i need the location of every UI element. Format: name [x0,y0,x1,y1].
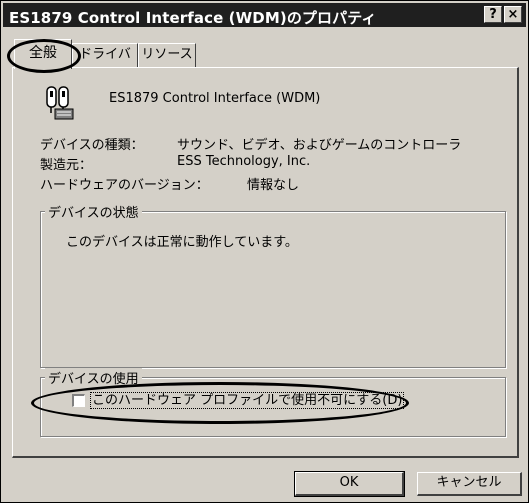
device-status-text: このデバイスは正常に動作しています。 [66,235,298,250]
title-bar[interactable]: ES1879 Control Interface (WDM)のプロパティ ? × [3,3,526,27]
properties-dialog: ES1879 Control Interface (WDM)のプロパティ ? ×… [0,0,529,503]
close-button[interactable]: × [504,6,522,23]
manufacturer-label: 製造元： [40,158,93,173]
device-type-label: デバイスの種類： [40,138,144,153]
annotation-ellipse-general-tab [7,39,81,73]
window-title: ES1879 Control Interface (WDM)のプロパティ [9,9,377,27]
tab-driver[interactable]: ドライバ [72,43,138,67]
manufacturer-value: ESS Technology, Inc. [177,154,311,169]
annotation-ellipse-disable-checkbox [31,382,409,424]
device-status-label: デバイスの状態 [45,202,142,221]
device-controller-icon [46,86,74,120]
device-name: ES1879 Control Interface (WDM) [109,91,321,106]
hardware-version-label: ハードウェアのバージョン： [40,178,209,193]
device-type-value: サウンド、ビデオ、およびゲームのコントローラ [177,138,462,153]
tab-resources[interactable]: リソース [138,43,196,67]
hardware-version-value: 情報なし [247,178,300,193]
cancel-button[interactable]: キャンセル [417,472,522,496]
ok-button[interactable]: OK [294,471,405,497]
help-button[interactable]: ? [484,6,502,23]
